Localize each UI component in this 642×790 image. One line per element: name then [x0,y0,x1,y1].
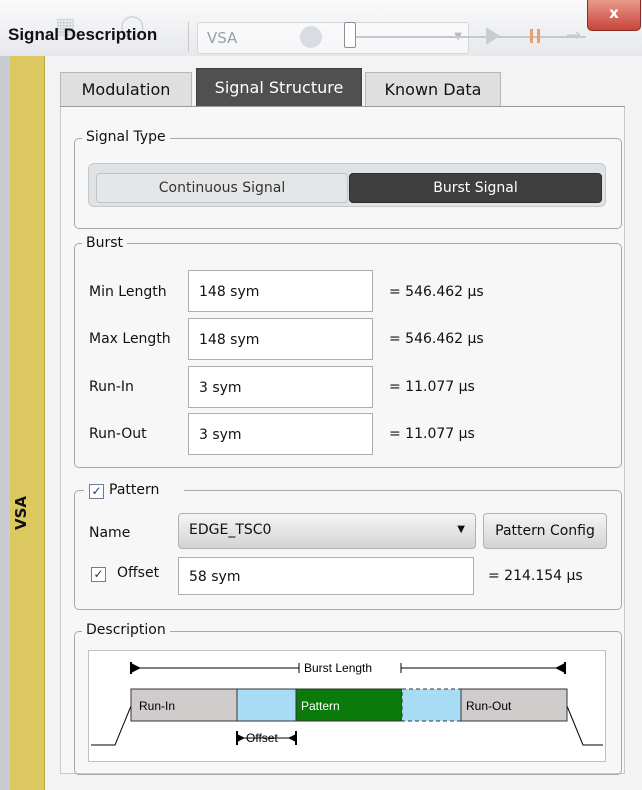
title-separator [188,22,189,52]
title-bar: ▦ ◯ Signal Description VSA ▼ → x [0,0,642,56]
offset-arrow-label: Offset [246,731,278,745]
app-selector[interactable]: VSA ▼ [197,22,469,54]
pattern-config-button[interactable]: Pattern Config [483,513,607,549]
pattern-name-label: Name [89,525,131,541]
pattern-name-value: EDGE_TSC0 [189,522,272,538]
run-in-label: Run-In [89,379,134,395]
ramp-down-line [566,705,603,746]
run-out-readout: = 11.077 µs [389,426,475,442]
description-title: Description [82,622,170,638]
pattern-segment-label: Pattern [301,699,340,713]
tab-modulation[interactable]: Modulation [60,72,192,106]
min-length-readout: = 546.462 µs [389,284,484,300]
signal-type-title: Signal Type [82,129,170,145]
play-icon[interactable] [486,27,500,45]
offset-field[interactable]: 58 sym [178,557,474,595]
vsa-side-tab[interactable]: VSA [10,56,45,790]
run-out-segment-label: Run-Out [466,699,512,713]
transparency-slider-thumb[interactable] [344,22,356,48]
burst-title: Burst [82,235,128,251]
close-button[interactable]: x [587,0,641,31]
offset-readout: = 214.154 µs [488,568,583,584]
offset-segment [236,688,297,722]
left-edge [0,56,10,790]
continuous-signal-option[interactable]: Continuous Signal [96,173,348,203]
burst-length-label: Burst Length [304,661,372,675]
ramp-up-line [91,705,132,746]
run-out-label: Run-Out [89,426,147,442]
pattern-checkbox[interactable]: ✓ [89,484,104,499]
arrow-right-icon[interactable]: → [566,25,581,46]
offset-checkbox[interactable]: ✓ [91,567,106,582]
window-title: Signal Description [8,25,158,44]
pattern-name-dropdown[interactable]: EDGE_TSC0 ▼ [178,513,476,549]
max-length-readout: = 546.462 µs [389,331,484,347]
max-length-label: Max Length [89,331,171,347]
run-in-field[interactable]: 3 sym [188,366,373,408]
run-in-segment-label: Run-In [139,699,175,713]
transparency-slider-track[interactable] [350,36,586,38]
gap-segment [401,688,462,722]
pattern-title: Pattern [109,482,160,498]
offset-label: Offset [117,565,160,581]
run-in-readout: = 11.077 µs [389,379,475,395]
pause-icon[interactable] [530,29,540,43]
burst-signal-option[interactable]: Burst Signal [349,173,602,203]
chevron-down-icon: ▼ [457,524,465,535]
run-out-field[interactable]: 3 sym [188,413,373,455]
burst-diagram: Burst Length Run-In Pattern Run-Out Offs… [88,650,606,762]
min-length-label: Min Length [89,284,167,300]
tab-signal-structure[interactable]: Signal Structure [196,68,362,107]
min-length-field[interactable]: 148 sym [188,270,373,312]
tab-known-data[interactable]: Known Data [365,72,501,106]
refresh-icon [300,26,322,48]
vsa-side-tab-label: VSA [12,495,31,531]
max-length-field[interactable]: 148 sym [188,318,373,360]
app-selector-value: VSA [207,29,238,47]
